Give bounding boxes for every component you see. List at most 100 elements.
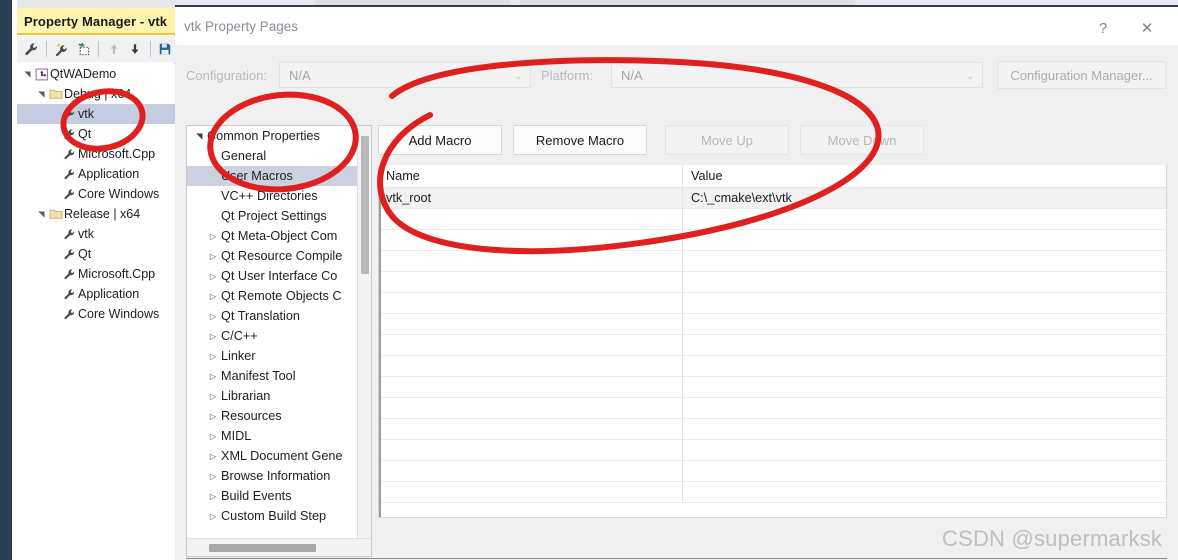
macro-empty-row[interactable] xyxy=(379,461,1166,482)
pm-tree-item[interactable]: Application xyxy=(17,164,175,184)
property-category-item[interactable]: User Macros xyxy=(187,166,357,186)
chevron-right-icon[interactable]: ▷ xyxy=(205,492,221,501)
chevron-right-icon[interactable]: ▷ xyxy=(205,312,221,321)
pm-tree-item[interactable]: Core Windows xyxy=(17,304,175,324)
chevron-right-icon[interactable]: ▷ xyxy=(205,352,221,361)
chevron-right-icon[interactable]: ▷ xyxy=(205,292,221,301)
chevron-down-icon[interactable]: ◢ xyxy=(37,208,46,220)
platform-label: Platform: xyxy=(541,68,594,83)
chevron-right-icon[interactable]: ▷ xyxy=(205,372,221,381)
macro-empty-row[interactable] xyxy=(379,272,1166,293)
macro-empty-row[interactable] xyxy=(379,440,1166,461)
pm-tree-item[interactable]: Qt xyxy=(17,244,175,264)
chevron-down-icon[interactable]: ◢ xyxy=(37,88,46,100)
macro-empty-row[interactable] xyxy=(379,398,1166,419)
chevron-right-icon[interactable]: ▷ xyxy=(205,232,221,241)
macro-empty-row[interactable] xyxy=(379,419,1166,440)
macro-empty-row[interactable] xyxy=(379,209,1166,230)
user-macros-grid[interactable]: Name Value vtk_root C:\_cmake\ext\vtk xyxy=(378,165,1167,518)
property-category-item[interactable]: ▷ C/C++ xyxy=(187,326,357,346)
add-macro-button[interactable]: Add Macro xyxy=(378,125,502,155)
property-category-item[interactable]: ▷ Manifest Tool xyxy=(187,366,357,386)
pm-tree-item[interactable]: Microsoft.Cpp xyxy=(17,144,175,164)
property-category-item[interactable]: ▷ Qt User Interface Co xyxy=(187,266,357,286)
chevron-right-icon[interactable]: ▷ xyxy=(205,432,221,441)
pm-tree-item[interactable]: vtk xyxy=(17,104,175,124)
chevron-right-icon[interactable]: ▷ xyxy=(205,512,221,521)
remove-macro-button[interactable]: Remove Macro xyxy=(513,125,647,155)
macro-grid-rows[interactable]: vtk_root C:\_cmake\ext\vtk xyxy=(379,188,1166,503)
property-category-item[interactable]: ▷ Browse Information xyxy=(187,466,357,486)
add-new-project-property-sheet-icon[interactable] xyxy=(52,39,71,60)
property-category-item[interactable]: ▷ Librarian xyxy=(187,386,357,406)
pm-tree-item[interactable]: ◢ QtWADemo xyxy=(17,64,175,84)
macro-empty-row[interactable] xyxy=(379,356,1166,377)
property-category-item[interactable]: ▷ Qt Remote Objects C xyxy=(187,286,357,306)
pm-tree-item[interactable]: ◢ Debug | x64 xyxy=(17,84,175,104)
chevron-right-icon[interactable]: ▷ xyxy=(205,252,221,261)
pm-tree-item-label: Qt xyxy=(78,127,92,141)
pm-tree-item[interactable]: Application xyxy=(17,284,175,304)
property-manager-tree[interactable]: ◢ QtWADemo ◢ Debug | x64 vtk Qt Microsoft.Cpp A… xyxy=(17,64,175,560)
property-category-item[interactable]: ▷ Qt Resource Compile xyxy=(187,246,357,266)
property-category-item[interactable]: ▷ Custom Build Step xyxy=(187,506,357,526)
move-down-icon[interactable] xyxy=(125,39,144,60)
chevron-right-icon[interactable]: ▷ xyxy=(205,472,221,481)
close-icon[interactable]: ✕ xyxy=(1134,17,1160,39)
configuration-manager-button[interactable]: Configuration Manager... xyxy=(997,61,1166,89)
tree-vertical-scrollbar[interactable] xyxy=(357,126,371,538)
platform-select[interactable]: N/A ⌄ xyxy=(611,62,983,88)
property-category-item[interactable]: ▷ MIDL xyxy=(187,426,357,446)
pm-tree-item[interactable]: Core Windows xyxy=(17,184,175,204)
macro-empty-row[interactable] xyxy=(379,335,1166,356)
property-category-item[interactable]: ▷ Qt Translation xyxy=(187,306,357,326)
pm-tree-item[interactable]: Qt xyxy=(17,124,175,144)
macro-empty-row[interactable] xyxy=(379,230,1166,251)
macro-empty-row[interactable] xyxy=(379,251,1166,272)
tree-horizontal-scrollbar[interactable] xyxy=(187,538,371,556)
chevron-right-icon[interactable]: ▷ xyxy=(205,272,221,281)
property-category-label: Qt Meta-Object Com xyxy=(221,229,338,243)
add-existing-property-sheet-icon[interactable] xyxy=(74,39,93,60)
property-category-item[interactable]: ▷ Linker xyxy=(187,346,357,366)
property-category-item[interactable]: ▷ Qt Meta-Object Com xyxy=(187,226,357,246)
chevron-down-icon[interactable]: ◢ xyxy=(195,128,204,144)
properties-wrench-icon[interactable] xyxy=(22,39,41,60)
row-column-divider xyxy=(682,209,683,230)
property-category-tree[interactable]: ◢ Common Properties General User Macros VC++… xyxy=(187,126,357,538)
macro-name-cell[interactable]: vtk_root xyxy=(386,191,431,205)
macro-empty-row[interactable] xyxy=(379,293,1166,314)
macro-row[interactable]: vtk_root C:\_cmake\ext\vtk xyxy=(379,188,1166,209)
chevron-right-icon[interactable]: ▷ xyxy=(205,332,221,341)
macro-empty-row[interactable] xyxy=(379,314,1166,335)
tree-vertical-scroll-thumb[interactable] xyxy=(361,136,369,274)
property-category-item[interactable]: ▷ Resources xyxy=(187,406,357,426)
pm-tree-item[interactable]: ◢ Release | x64 xyxy=(17,204,175,224)
chevron-right-icon[interactable]: ▷ xyxy=(205,412,221,421)
help-icon[interactable]: ? xyxy=(1090,17,1116,39)
chevron-right-icon[interactable]: ▷ xyxy=(205,452,221,461)
tree-horizontal-scroll-thumb[interactable] xyxy=(209,544,316,552)
chevron-down-icon[interactable]: ◢ xyxy=(23,68,32,80)
macro-empty-row[interactable] xyxy=(379,377,1166,398)
pm-tree-item[interactable]: Microsoft.Cpp xyxy=(17,264,175,284)
property-category-label: Qt User Interface Co xyxy=(221,269,338,283)
property-category-item[interactable]: Qt Project Settings xyxy=(187,206,357,226)
property-category-item[interactable]: General xyxy=(187,146,357,166)
chevron-right-icon[interactable]: ▷ xyxy=(205,392,221,401)
property-category-label: XML Document Gene xyxy=(221,449,343,463)
chevron-down-icon-2: ⌄ xyxy=(966,71,974,81)
property-category-item[interactable]: ▷ Build Events xyxy=(187,486,357,506)
configuration-select[interactable]: N/A ⌄ xyxy=(279,62,531,88)
property-category-item[interactable]: VC++ Directories xyxy=(187,186,357,206)
macro-empty-row[interactable] xyxy=(379,482,1166,503)
pm-tree-item[interactable]: vtk xyxy=(17,224,175,244)
property-category-item[interactable]: ◢ Common Properties xyxy=(187,126,357,146)
macro-button-row: Add Macro Remove Macro Move Up Move Down xyxy=(378,125,1167,161)
save-icon[interactable] xyxy=(156,39,175,60)
configuration-value: N/A xyxy=(289,67,311,83)
macro-value-cell[interactable]: C:\_cmake\ext\vtk xyxy=(691,191,792,205)
property-category-item[interactable]: ▷ XML Document Gene xyxy=(187,446,357,466)
header-column-divider[interactable] xyxy=(682,165,683,188)
move-up-icon[interactable] xyxy=(104,39,123,60)
